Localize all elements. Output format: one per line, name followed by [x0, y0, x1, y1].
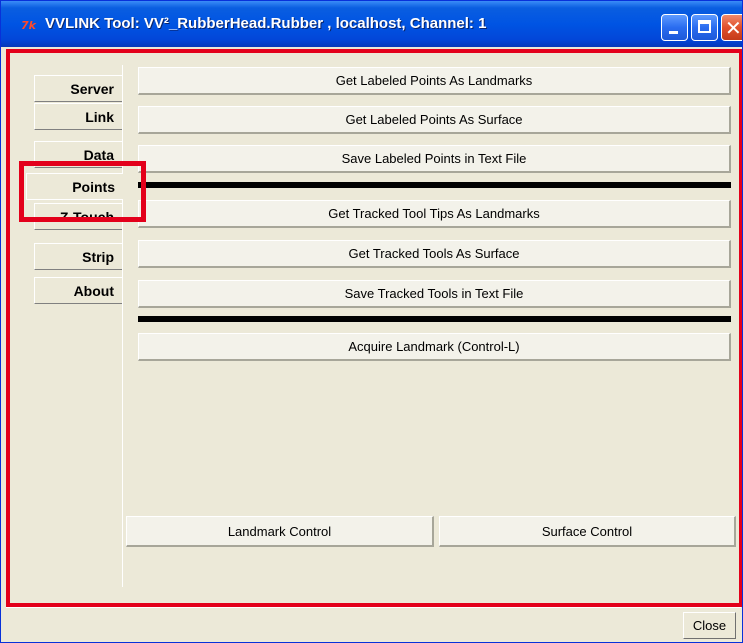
save-labeled-points-button[interactable]: Save Labeled Points in Text File [138, 145, 731, 173]
surface-control-button[interactable]: Surface Control [439, 516, 736, 547]
tcl-feather-icon: 7k [21, 19, 36, 32]
close-window-button[interactable]: ✕ [721, 14, 742, 41]
title-bar[interactable]: 7k VVLINK Tool: VV²_RubberHead.Rubber , … [1, 1, 742, 47]
tab-data[interactable]: Data [34, 141, 122, 168]
tab-z-touch[interactable]: Z-Touch [34, 203, 122, 230]
tab-server[interactable]: Server [34, 75, 122, 102]
tab-strip[interactable]: Strip [34, 243, 122, 270]
separator [138, 316, 731, 322]
tab-about[interactable]: About [34, 277, 122, 304]
close-icon: ✕ [725, 16, 742, 40]
maximize-button[interactable] [691, 14, 718, 41]
separator [138, 182, 731, 188]
tab-column: Server Link Data Points Z-Touch Strip Ab… [25, 65, 123, 587]
get-labeled-points-landmarks-button[interactable]: Get Labeled Points As Landmarks [138, 67, 731, 95]
minimize-icon [669, 31, 678, 34]
minimize-button[interactable] [661, 14, 688, 41]
close-button[interactable]: Close [683, 612, 736, 639]
tab-link[interactable]: Link [34, 103, 122, 130]
landmark-control-button[interactable]: Landmark Control [126, 516, 434, 547]
window-title: VVLINK Tool: VV²_RubberHead.Rubber , loc… [45, 15, 487, 32]
save-tracked-tools-button[interactable]: Save Tracked Tools in Text File [138, 280, 731, 308]
status-bar [6, 607, 741, 642]
main-window: 7k VVLINK Tool: VV²_RubberHead.Rubber , … [0, 0, 743, 643]
tab-points[interactable]: Points [26, 173, 123, 200]
maximize-icon [698, 20, 711, 33]
acquire-landmark-button[interactable]: Acquire Landmark (Control-L) [138, 333, 731, 361]
get-labeled-points-surface-button[interactable]: Get Labeled Points As Surface [138, 106, 731, 134]
get-tracked-tool-tips-landmarks-button[interactable]: Get Tracked Tool Tips As Landmarks [138, 200, 731, 228]
get-tracked-tools-surface-button[interactable]: Get Tracked Tools As Surface [138, 240, 731, 268]
